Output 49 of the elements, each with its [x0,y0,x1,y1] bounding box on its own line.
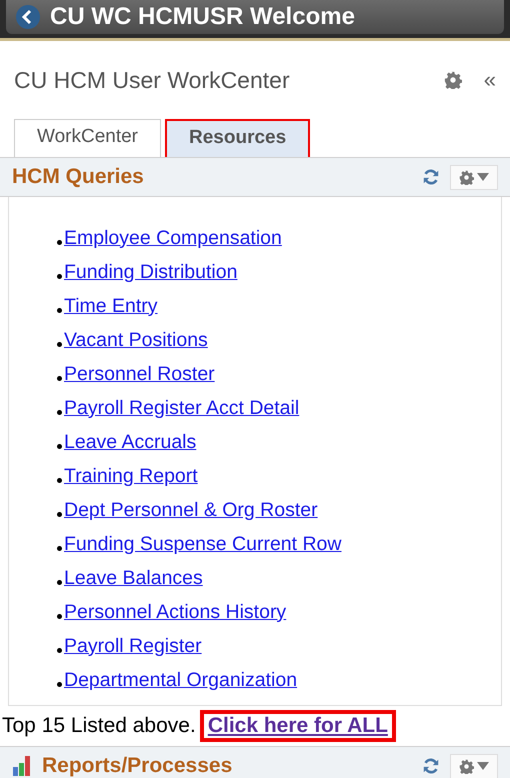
bullet-icon [57,580,62,585]
bar-chart-icon [12,755,32,777]
refresh-icon[interactable] [422,168,440,186]
settings-icon[interactable] [444,71,462,89]
query-link[interactable]: Dept Personnel & Org Roster [64,498,318,522]
back-button[interactable]: CU WC HCMUSR Welcome [6,0,504,34]
tab[interactable]: Resources [165,119,310,157]
tab[interactable]: WorkCenter [14,119,162,157]
query-link[interactable]: Personnel Actions History [64,600,286,624]
bullet-icon [57,614,62,619]
bullet-icon [57,410,62,415]
gear-icon [459,758,474,774]
bullet-icon [57,308,62,313]
collapse-button[interactable]: « [484,67,496,93]
refresh-icon[interactable] [422,757,440,775]
query-link[interactable]: Leave Accruals [64,430,196,454]
settings-menu-button[interactable] [450,754,498,778]
query-link[interactable]: Funding Distribution [64,260,238,284]
bullet-icon [57,512,62,517]
caret-icon [477,762,489,770]
bullet-icon [57,546,62,551]
section-title: Reports/Processes [42,754,234,778]
query-link[interactable]: Vacant Positions [64,328,208,352]
query-link[interactable]: Payroll Register Acct Detail [64,396,300,420]
query-link[interactable]: Leave Balances [64,566,203,590]
footer-text: Top 15 Listed above. [2,714,196,738]
bullet-icon [57,478,62,483]
settings-menu-button[interactable] [450,164,498,190]
back-icon [16,5,40,29]
query-link[interactable]: Funding Suspense Current Row [64,532,342,556]
section-title: HCM Queries [12,165,145,189]
gear-icon [459,170,474,184]
query-link[interactable]: Training Report [64,464,198,488]
query-link[interactable]: Employee Compensation [64,226,282,250]
bullet-icon [57,444,62,449]
query-link[interactable]: Payroll Register [64,634,202,658]
gear-icon [444,71,462,89]
bullet-icon [57,682,62,687]
caret-icon [477,173,489,181]
query-link[interactable]: Time Entry [64,294,158,318]
query-link[interactable]: Personnel Roster [64,362,215,386]
bullet-icon [57,274,62,279]
bullet-icon [57,240,62,245]
bullet-icon [57,648,62,653]
query-link[interactable]: Departmental Organization [64,668,298,692]
workcenter-title: CU HCM User WorkCenter [14,66,291,94]
bullet-icon [57,342,62,347]
show-all-link[interactable]: Click here for ALL [200,710,396,742]
bullet-icon [57,376,62,381]
